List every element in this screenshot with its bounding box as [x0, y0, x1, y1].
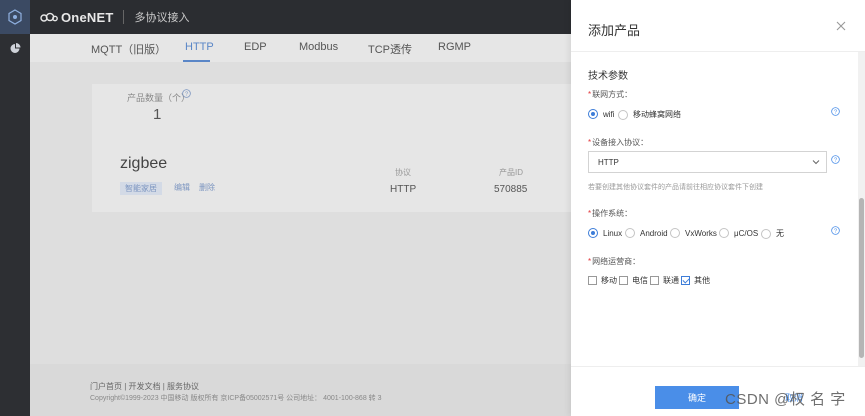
- product-id-header: 产品ID: [499, 168, 523, 177]
- watermark: CSDN @权 名 字: [725, 391, 846, 408]
- os-label-text: 操作系统：: [592, 209, 633, 218]
- product-name: zigbee: [120, 155, 168, 172]
- edit-link[interactable]: 编辑: [174, 182, 190, 193]
- divider: [123, 10, 125, 24]
- option-label: wifi: [603, 109, 615, 119]
- carrier-label-text: 网络运营商：: [592, 257, 641, 266]
- radio-icon: [670, 228, 680, 238]
- protocol-label: *设备接入协议：: [588, 137, 648, 148]
- cloud-logo-icon: [40, 12, 58, 22]
- footer-links[interactable]: 门户首页 | 开发文档 | 服务协议: [90, 381, 199, 392]
- footer-copyright: Copyright©1999-2023 中国移动 版权所有 京ICP备05002…: [90, 395, 382, 402]
- radio-checked-icon: [588, 109, 598, 119]
- drawer-title: 添加产品: [588, 23, 641, 38]
- help-icon[interactable]: ?: [182, 89, 191, 98]
- radio-none[interactable]: 无: [761, 228, 784, 239]
- os-label: *操作系统：: [588, 208, 632, 219]
- radio-icon: [618, 109, 628, 120]
- side-rail: [0, 0, 30, 416]
- option-label: 电信: [632, 276, 648, 285]
- protocol-selected-value: HTTP: [598, 157, 619, 167]
- scrollbar-thumb[interactable]: [859, 198, 864, 358]
- chevron-down-icon: [812, 160, 820, 165]
- section-title: 多协议接入: [134, 12, 190, 24]
- tab-mqtt[interactable]: MQTT（旧版）: [91, 41, 166, 57]
- option-label: 无: [776, 229, 784, 238]
- tab-tcp[interactable]: TCP透传: [368, 41, 412, 57]
- tech-params-title: 技术参数: [588, 71, 628, 82]
- option-label: 移动蜂窝网络: [633, 110, 681, 119]
- active-tab-indicator: [183, 60, 210, 62]
- radio-checked-icon: [588, 228, 598, 238]
- protocol-select[interactable]: HTTP: [588, 151, 827, 173]
- radio-icon: [625, 228, 635, 238]
- protocol-value: HTTP: [390, 184, 417, 195]
- checkbox-icon: [588, 276, 597, 285]
- checkbox-unicom[interactable]: 联通: [650, 275, 679, 286]
- product-count-value: 1: [153, 106, 162, 123]
- network-label: *联网方式：: [588, 89, 632, 100]
- brand-name: OneNET: [61, 9, 114, 25]
- required-mark: *: [588, 138, 592, 147]
- option-label: 其他: [694, 276, 710, 285]
- help-icon[interactable]: ?: [831, 226, 840, 235]
- radio-icon: [719, 228, 729, 238]
- checkbox-icon: [619, 276, 628, 285]
- onenet-logo[interactable]: OneNET: [40, 10, 113, 25]
- option-label: VxWorks: [685, 228, 717, 238]
- required-mark: *: [588, 209, 592, 218]
- help-icon[interactable]: ?: [831, 107, 840, 116]
- radio-cellular[interactable]: 移动蜂窝网络: [618, 109, 681, 120]
- protocol-header: 协议: [395, 168, 411, 177]
- radio-ucos[interactable]: μC/OS: [719, 228, 758, 238]
- product-card[interactable]: zigbee 智能家居 编辑 删除 协议 HTTP 产品ID 570885: [92, 140, 612, 212]
- option-label: Android: [640, 228, 668, 238]
- radio-wifi[interactable]: wifi: [588, 109, 615, 119]
- radio-android[interactable]: Android: [625, 228, 668, 238]
- tab-edp[interactable]: EDP: [244, 41, 267, 53]
- tab-modbus[interactable]: Modbus: [299, 41, 338, 53]
- option-label: 移动: [601, 276, 617, 285]
- checkbox-mobile[interactable]: 移动: [588, 275, 617, 286]
- close-icon[interactable]: [833, 18, 849, 34]
- option-label: μC/OS: [734, 228, 759, 238]
- product-count-label: 产品数量（个）: [127, 93, 191, 103]
- app-home-icon[interactable]: [0, 0, 30, 34]
- delete-link[interactable]: 删除: [199, 182, 215, 193]
- option-label: 联通: [663, 276, 679, 285]
- required-mark: *: [588, 90, 592, 99]
- category-tag: 智能家居: [120, 182, 162, 195]
- carrier-label: *网络运营商：: [588, 256, 640, 267]
- checkbox-telecom[interactable]: 电信: [619, 275, 648, 286]
- protocol-hint: 若要创建其他协议套件的产品请前往相应协议套件下创建: [588, 184, 763, 191]
- radio-vxworks[interactable]: VxWorks: [670, 228, 717, 238]
- checkbox-checked-icon: [681, 276, 690, 285]
- option-label: Linux: [603, 228, 623, 238]
- required-mark: *: [588, 257, 592, 266]
- protocol-label-text: 设备接入协议：: [592, 138, 649, 147]
- checkbox-icon: [650, 276, 659, 285]
- network-label-text: 联网方式：: [592, 90, 633, 99]
- help-icon[interactable]: ?: [831, 155, 840, 164]
- add-product-drawer: 添加产品 技术参数 *联网方式： wifi 移动蜂窝网络 ? *设备接入协议： …: [571, 0, 865, 416]
- drawer-header: 添加产品: [571, 0, 865, 52]
- radio-linux[interactable]: Linux: [588, 228, 622, 238]
- pie-chart-icon[interactable]: [0, 38, 30, 58]
- tab-http[interactable]: HTTP: [185, 41, 214, 53]
- product-id-value: 570885: [494, 184, 528, 195]
- radio-icon: [761, 228, 771, 239]
- tab-rgmp[interactable]: RGMP: [438, 41, 471, 53]
- checkbox-other[interactable]: 其他: [681, 275, 710, 286]
